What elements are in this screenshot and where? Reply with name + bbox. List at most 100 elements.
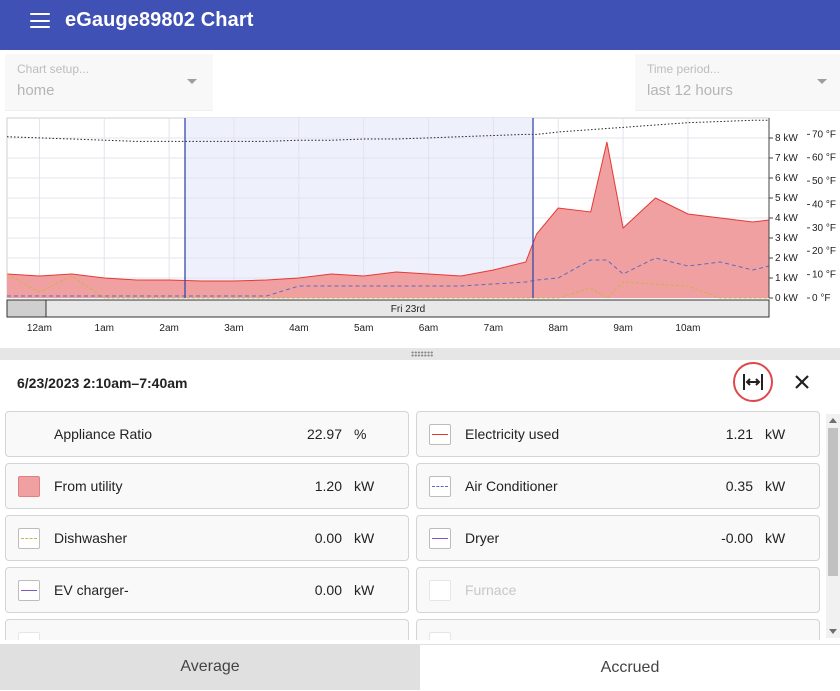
tile-partial-right[interactable] [416,619,820,640]
close-button[interactable] [790,370,814,394]
fit-width-icon [743,374,763,390]
tile-appliance-ratio[interactable]: Appliance Ratio 22.97 % [5,411,409,457]
tile-value: 1.21 [725,426,753,442]
tile-value: -0.00 [721,530,753,546]
hamburger-menu-icon[interactable] [30,13,50,29]
tile-label: Appliance Ratio [54,426,153,442]
tile-value: 22.97 [306,426,342,442]
time-tick-label: 12am [27,323,52,334]
tile-unit: kW [765,478,786,494]
tile-label: Dishwasher [54,530,128,546]
dryer-swatch-icon[interactable] [429,528,451,549]
from-utility-swatch-icon[interactable] [18,476,40,497]
time-tick-label: 9am [613,323,632,334]
tile-air-conditioner[interactable]: Air Conditioner 0.35 kW [416,463,820,509]
chart-setup-value: home [17,82,55,99]
navigator-handle[interactable] [6,299,47,318]
furnace-swatch-icon[interactable] [429,580,451,601]
time-tick-label: 5am [354,323,373,334]
tile-value: 0.35 [725,478,753,494]
time-tick-label: 10am [675,323,700,334]
chevron-down-icon [817,79,827,84]
kw-tick-label: 4 kW [775,213,798,224]
time-tick-label: 4am [289,323,308,334]
chevron-down-icon [187,79,197,84]
time-tick-label: 6am [419,323,438,334]
kw-tick-label: 1 kW [775,273,798,284]
time-period-select[interactable]: Time period... last 12 hours [635,54,840,111]
electricity-used-swatch-icon[interactable] [429,424,451,445]
scroll-up-icon[interactable] [829,418,837,423]
chart-canvas[interactable]: 0 kW 1 kW 2 kW 3 kW 4 kW 5 kW 6 kW 7 kW 8 kW 0 °… [0,116,840,348]
tile-value: 0.00 [314,582,342,598]
chart-setup-label: Chart setup... [17,62,90,76]
close-icon [795,375,809,389]
temp-tick-label: 60 °F [812,153,836,164]
tile-ev-charger[interactable]: EV charger- 0.00 kW [5,567,409,613]
tile-partial-left[interactable] [5,619,409,640]
kw-tick-label: 0 kW [775,293,798,304]
tile-furnace[interactable]: Furnace [416,567,820,613]
temp-tick-label: 20 °F [812,246,836,257]
time-axis-ticks: 12am 1am 2am 3am 4am 5am 6am 7am 8am 9am 10am [27,323,701,334]
scroll-down-icon[interactable] [829,629,837,634]
time-tick-label: 3am [224,323,243,334]
tile-from-utility[interactable]: From utility 1.20 kW [5,463,409,509]
time-period-label: Time period... [647,62,720,76]
temp-tick-label: 30 °F [812,223,836,234]
temp-axis-ticks: 0 °F 10 °F 20 °F 30 °F 40 °F 50 °F 60 °F 70 °F [807,129,836,304]
mode-tabs: Average Accrued [0,644,840,691]
swatch-icon[interactable] [429,632,451,640]
selected-range-text: 6/23/2023 2:10am–7:40am [17,375,188,391]
date-label: Fri 23rd [391,304,425,315]
tile-dishwasher[interactable]: Dishwasher 0.00 kW [5,515,409,561]
temp-tick-label: 70 °F [812,129,836,140]
air-conditioner-swatch-icon[interactable] [429,476,451,497]
app-title: eGauge89802 Chart [65,9,254,31]
range-header: 6/23/2023 2:10am–7:40am [0,360,840,406]
tab-accrued[interactable]: Accrued [420,644,840,691]
drag-handle-icon[interactable] [411,351,433,357]
tile-electricity-used[interactable]: Electricity used 1.21 kW [416,411,820,457]
date-navigator[interactable] [6,299,770,318]
time-period-value: last 12 hours [647,82,733,99]
time-tick-label: 2am [159,323,178,334]
app-bar: eGauge89802 Chart [0,0,840,50]
resize-splitter[interactable] [0,348,840,360]
list-scrollbar[interactable] [826,414,840,638]
fit-width-button[interactable] [733,362,773,402]
tile-unit: kW [765,426,786,442]
tile-value: 0.00 [314,530,342,546]
tile-unit: kW [354,478,375,494]
tile-dryer[interactable]: Dryer -0.00 kW [416,515,820,561]
energy-chart[interactable]: 0 kW 1 kW 2 kW 3 kW 4 kW 5 kW 6 kW 7 kW 8 kW 0 °… [0,116,840,348]
time-tick-label: 1am [95,323,114,334]
tile-unit: kW [354,530,375,546]
register-list[interactable]: Appliance Ratio 22.97 % Electricity used… [0,408,826,640]
temp-tick-label: 10 °F [812,270,836,281]
scrollbar-thumb[interactable] [828,428,838,576]
temp-tick-label: 50 °F [812,176,836,187]
kw-tick-label: 6 kW [775,173,798,184]
ev-charger-swatch-icon[interactable] [18,580,40,601]
tile-unit: kW [765,530,786,546]
kw-tick-label: 2 kW [775,253,798,264]
selection-region[interactable] [185,118,533,298]
temp-tick-label: 40 °F [812,199,836,210]
kw-tick-label: 7 kW [775,153,798,164]
tab-average[interactable]: Average [0,644,420,690]
time-tick-label: 8am [549,323,568,334]
dishwasher-swatch-icon[interactable] [18,528,40,549]
tile-value: 1.20 [314,478,342,494]
tile-label: Electricity used [465,426,560,442]
kw-tick-label: 3 kW [775,233,798,244]
kw-tick-label: 5 kW [775,193,798,204]
kw-axis-ticks: 0 kW 1 kW 2 kW 3 kW 4 kW 5 kW 6 kW 7 kW 8 kW [769,133,798,304]
time-tick-label: 7am [484,323,503,334]
temp-tick-label: 0 °F [812,293,830,304]
tile-unit: % [354,426,367,442]
swatch-icon[interactable] [18,632,40,640]
chart-setup-select[interactable]: Chart setup... home [5,54,213,111]
tile-label: From utility [54,478,123,494]
tile-label: Furnace [465,582,517,598]
